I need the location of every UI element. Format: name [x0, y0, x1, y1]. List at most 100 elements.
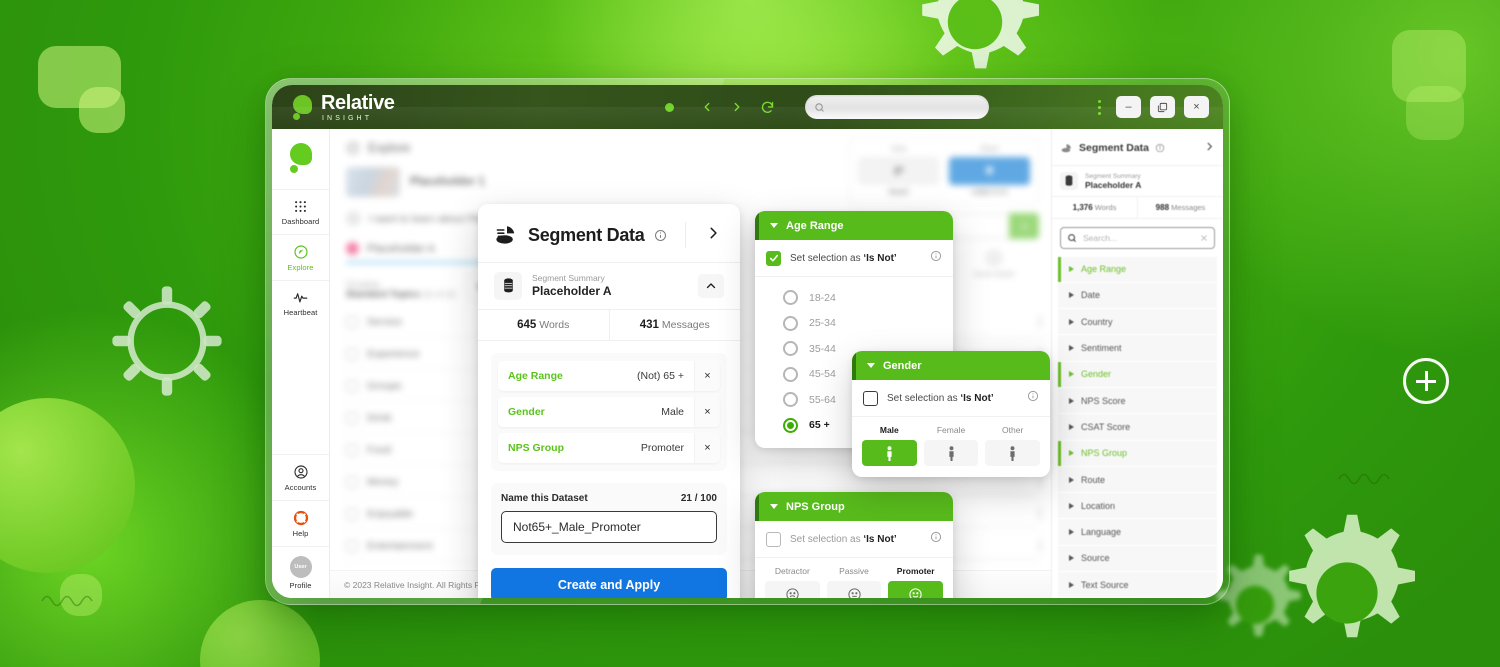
neutral-icon[interactable]: [826, 581, 882, 598]
nps-option-detractor[interactable]: Detractor 0-6: [765, 566, 820, 598]
reload-icon[interactable]: [760, 100, 775, 115]
list-item-country[interactable]: Country: [1058, 309, 1217, 335]
database-icon: [494, 272, 522, 300]
frown-icon[interactable]: [765, 581, 820, 598]
sidebar-item-help[interactable]: Help: [272, 500, 329, 546]
list-item-date[interactable]: Date: [1058, 282, 1217, 309]
age-range-popup-header[interactable]: Age Range: [755, 211, 953, 240]
list-item-sentiment[interactable]: Sentiment: [1058, 335, 1217, 361]
radio-label: 25-34: [809, 317, 836, 330]
sidebar-item-explore[interactable]: Explore: [272, 234, 329, 280]
list-item-location[interactable]: Location: [1058, 493, 1217, 519]
topics-select-go[interactable]: [1009, 213, 1039, 239]
is-not-checkbox[interactable]: [766, 250, 781, 266]
person-icon[interactable]: [862, 440, 917, 466]
topic-bar: [1039, 539, 1041, 552]
stat-words: 645 Words: [478, 310, 610, 340]
forward-icon[interactable]: [730, 100, 744, 114]
topic-bar: [1039, 507, 1041, 520]
checkbox-icon[interactable]: [346, 507, 358, 520]
info-icon[interactable]: [1027, 389, 1039, 407]
checkbox-icon[interactable]: [346, 379, 358, 392]
sidebar-item-dashboard[interactable]: Dashboard: [272, 189, 329, 234]
checkbox-icon[interactable]: [346, 347, 358, 360]
list-item-text-source[interactable]: Text Source: [1058, 572, 1217, 598]
is-not-checkbox[interactable]: [766, 531, 781, 547]
list-item-gender[interactable]: Gender: [1058, 361, 1217, 387]
chevron-right-icon: [1021, 222, 1027, 230]
list-item-nps-group[interactable]: NPS Group: [1058, 440, 1217, 466]
sidebar-item-heartbeat[interactable]: Heartbeat: [272, 280, 329, 325]
gender-popup-header[interactable]: Gender: [852, 351, 1050, 380]
search-input[interactable]: Search...: [1060, 227, 1215, 249]
checkbox-icon[interactable]: [346, 315, 358, 328]
grouping-count: (11 of 12): [422, 290, 457, 299]
bulb-icon: [986, 166, 993, 174]
sidebar-item-accounts[interactable]: Accounts: [272, 454, 329, 500]
info-icon[interactable]: [930, 249, 942, 267]
right-sidebar-expand[interactable]: [1204, 139, 1215, 157]
create-and-apply-button[interactable]: Create and Apply: [491, 568, 727, 598]
gender-option-female[interactable]: Female: [923, 425, 979, 466]
grouping-caption: Grouping: [346, 280, 379, 289]
segment-summary-row: Segment Summary Placeholder A: [478, 262, 740, 309]
back-icon[interactable]: [700, 100, 714, 114]
smile-icon[interactable]: [888, 581, 944, 598]
panel-expand-button[interactable]: [696, 226, 724, 245]
checkbox-icon[interactable]: [346, 411, 358, 424]
dataset-name-input[interactable]: [501, 511, 717, 543]
info-icon[interactable]: [930, 530, 942, 548]
gender-option-male[interactable]: Male: [862, 425, 917, 466]
kebab-menu-icon[interactable]: [1092, 98, 1107, 117]
deco-square-2: [79, 87, 125, 133]
item-label: CSAT Score: [1081, 421, 1131, 432]
list-item-route[interactable]: Route: [1058, 466, 1217, 493]
user-circle-icon: [293, 465, 308, 479]
squiggle-deco-left: [41, 595, 93, 607]
radio-25-34[interactable]: 25-34: [783, 311, 953, 337]
checkbox-icon[interactable]: [346, 539, 358, 552]
chip-remove-button[interactable]: ×: [694, 433, 720, 463]
topic-bar: [1039, 315, 1041, 328]
checkbox-icon[interactable]: [346, 443, 358, 456]
close-button[interactable]: ×: [1184, 96, 1209, 118]
dataset-name-counter: 21 / 100: [680, 493, 717, 504]
restore-button[interactable]: [1150, 96, 1175, 118]
list-item-csat-score[interactable]: CSAT Score: [1058, 414, 1217, 440]
person-icon[interactable]: [923, 440, 979, 466]
list-item-language[interactable]: Language: [1058, 519, 1217, 545]
gender-option-other[interactable]: Other: [985, 425, 1041, 466]
share-thumb: [949, 157, 1030, 185]
brand-subtitle: INSIGHT: [322, 114, 373, 122]
nps-option-passive[interactable]: Passive 7-8: [826, 566, 882, 598]
is-not-label-pre: Set selection as: [790, 252, 864, 264]
share-cell[interactable]: Share subject to b: [949, 146, 1030, 196]
gender-options: Male Female Other: [852, 417, 1050, 477]
chip-remove-button[interactable]: ×: [694, 397, 720, 427]
list-item-age-range[interactable]: Age Range: [1058, 256, 1217, 282]
search-icon: [1068, 233, 1076, 242]
right-sidebar-header: Segment Data: [1052, 129, 1223, 165]
view-cell[interactable]: View Board: [858, 146, 939, 196]
chevron-right-icon: [1069, 292, 1074, 299]
close-icon: [1201, 234, 1207, 241]
minimize-button[interactable]: –: [1116, 96, 1141, 118]
browser-url-bar[interactable]: [804, 95, 989, 119]
list-item-nps-score[interactable]: NPS Score: [1058, 388, 1217, 414]
topic-label: Entertainment: [367, 539, 433, 552]
radio-18-24[interactable]: 18-24: [783, 285, 953, 311]
is-not-checkbox[interactable]: [863, 390, 878, 406]
topic-label: Drink: [367, 411, 392, 424]
sidebar-item-profile[interactable]: User Profile: [272, 546, 329, 598]
metric-right: Scores details: [949, 249, 1039, 278]
collapse-button[interactable]: [698, 274, 724, 298]
checkbox-icon[interactable]: [346, 475, 358, 488]
question-text: I want to learn about Pla...: [369, 212, 491, 225]
chevron-down-icon: [867, 363, 875, 368]
nps-option-promoter[interactable]: Promoter 9-10: [888, 566, 944, 598]
chip-remove-button[interactable]: ×: [694, 361, 720, 391]
person-icon[interactable]: [985, 440, 1041, 466]
stat-messages-value: 431: [639, 319, 659, 331]
nps-popup-header[interactable]: NPS Group: [755, 492, 953, 521]
list-item-source[interactable]: Source: [1058, 545, 1217, 572]
